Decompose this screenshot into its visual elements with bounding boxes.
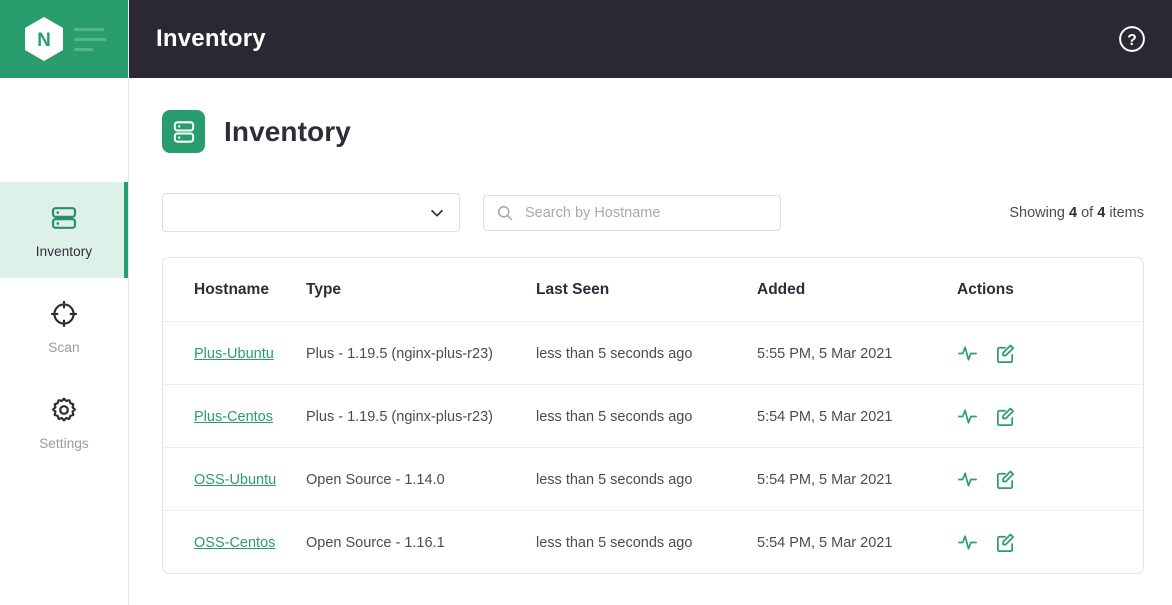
cell-type: Open Source - 1.14.0 <box>306 448 536 511</box>
inventory-table: Hostname Type Last Seen Added Actions Pl… <box>163 258 1143 573</box>
nginx-hexagon-logo-icon: N <box>23 16 65 62</box>
chevron-down-icon <box>428 204 446 222</box>
inventory-table-card: Hostname Type Last Seen Added Actions Pl… <box>162 257 1144 574</box>
column-header-added[interactable]: Added <box>757 258 957 322</box>
cell-type: Open Source - 1.16.1 <box>306 511 536 574</box>
cell-added: 5:54 PM, 5 Mar 2021 <box>757 511 957 574</box>
cell-last-seen: less than 5 seconds ago <box>536 448 757 511</box>
cell-type: Plus - 1.19.5 (nginx-plus-r23) <box>306 385 536 448</box>
sidebar-item-scan[interactable]: Scan <box>0 278 128 374</box>
svg-text:?: ? <box>1127 32 1137 49</box>
cell-added: 5:55 PM, 5 Mar 2021 <box>757 322 957 385</box>
showing-prefix: Showing <box>1009 205 1065 221</box>
row-actions <box>957 343 1143 364</box>
table-head: Hostname Type Last Seen Added Actions <box>163 258 1143 322</box>
table-body: Plus-Ubuntu Plus - 1.19.5 (nginx-plus-r2… <box>163 322 1143 574</box>
search-input[interactable] <box>525 205 768 221</box>
sidebar-item-label: Scan <box>48 340 79 355</box>
gear-icon <box>49 393 79 427</box>
crosshair-icon <box>49 297 79 331</box>
server-stack-icon <box>49 201 79 235</box>
activity-icon[interactable] <box>957 532 978 553</box>
cell-last-seen: less than 5 seconds ago <box>536 511 757 574</box>
cell-last-seen: less than 5 seconds ago <box>536 385 757 448</box>
showing-middle: of <box>1081 205 1093 221</box>
row-actions <box>957 532 1143 553</box>
page-header: Inventory <box>162 78 1144 153</box>
edit-icon[interactable] <box>995 406 1016 427</box>
showing-total: 4 <box>1097 205 1105 221</box>
showing-count: Showing 4 of 4 items <box>1009 205 1144 221</box>
type-filter-select[interactable] <box>162 193 460 232</box>
sidebar-item-label: Settings <box>39 436 89 451</box>
column-header-type[interactable]: Type <box>306 258 536 322</box>
column-header-actions: Actions <box>957 258 1143 322</box>
table-row: Plus-Centos Plus - 1.19.5 (nginx-plus-r2… <box>163 385 1143 448</box>
search-box[interactable] <box>483 195 781 231</box>
table-header-row: Hostname Type Last Seen Added Actions <box>163 258 1143 322</box>
edit-icon[interactable] <box>995 532 1016 553</box>
showing-shown: 4 <box>1069 205 1077 221</box>
table-row: OSS-Centos Open Source - 1.16.1 less tha… <box>163 511 1143 574</box>
brand-lines-icon <box>74 28 106 51</box>
topbar-title: Inventory <box>156 25 266 53</box>
row-actions <box>957 406 1143 427</box>
cell-last-seen: less than 5 seconds ago <box>536 322 757 385</box>
column-header-hostname[interactable]: Hostname <box>163 258 306 322</box>
activity-icon[interactable] <box>957 469 978 490</box>
showing-suffix: items <box>1109 205 1144 221</box>
sidebar-item-inventory[interactable]: Inventory <box>0 182 128 278</box>
edit-icon[interactable] <box>995 469 1016 490</box>
search-icon <box>496 204 514 222</box>
sidebar-item-label: Inventory <box>36 244 92 259</box>
cell-type: Plus - 1.19.5 (nginx-plus-r23) <box>306 322 536 385</box>
table-row: Plus-Ubuntu Plus - 1.19.5 (nginx-plus-r2… <box>163 322 1143 385</box>
brand-logo[interactable]: N <box>0 0 128 78</box>
page-content: Inventory Showing 4 <box>129 78 1172 605</box>
cell-added: 5:54 PM, 5 Mar 2021 <box>757 448 957 511</box>
controls-row: Showing 4 of 4 items <box>162 193 1144 232</box>
page-title: Inventory <box>224 116 351 148</box>
logo-letter: N <box>37 30 51 51</box>
hostname-link[interactable]: Plus-Centos <box>194 409 273 425</box>
hostname-link[interactable]: Plus-Ubuntu <box>194 346 274 362</box>
hostname-link[interactable]: OSS-Ubuntu <box>194 472 276 488</box>
topbar: Inventory ? <box>129 0 1172 78</box>
hostname-link[interactable]: OSS-Centos <box>194 535 275 551</box>
column-header-last-seen[interactable]: Last Seen <box>536 258 757 322</box>
main-area: Inventory ? Inventory <box>129 0 1172 605</box>
row-actions <box>957 469 1143 490</box>
activity-icon[interactable] <box>957 406 978 427</box>
edit-icon[interactable] <box>995 343 1016 364</box>
sidebar: N Inventory <box>0 0 129 605</box>
help-icon[interactable]: ? <box>1117 24 1147 54</box>
sidebar-nav: Inventory Scan <box>0 78 128 470</box>
page-server-stack-icon <box>162 110 205 153</box>
cell-added: 5:54 PM, 5 Mar 2021 <box>757 385 957 448</box>
sidebar-item-settings[interactable]: Settings <box>0 374 128 470</box>
table-row: OSS-Ubuntu Open Source - 1.14.0 less tha… <box>163 448 1143 511</box>
activity-icon[interactable] <box>957 343 978 364</box>
app-root: N Inventory <box>0 0 1172 605</box>
